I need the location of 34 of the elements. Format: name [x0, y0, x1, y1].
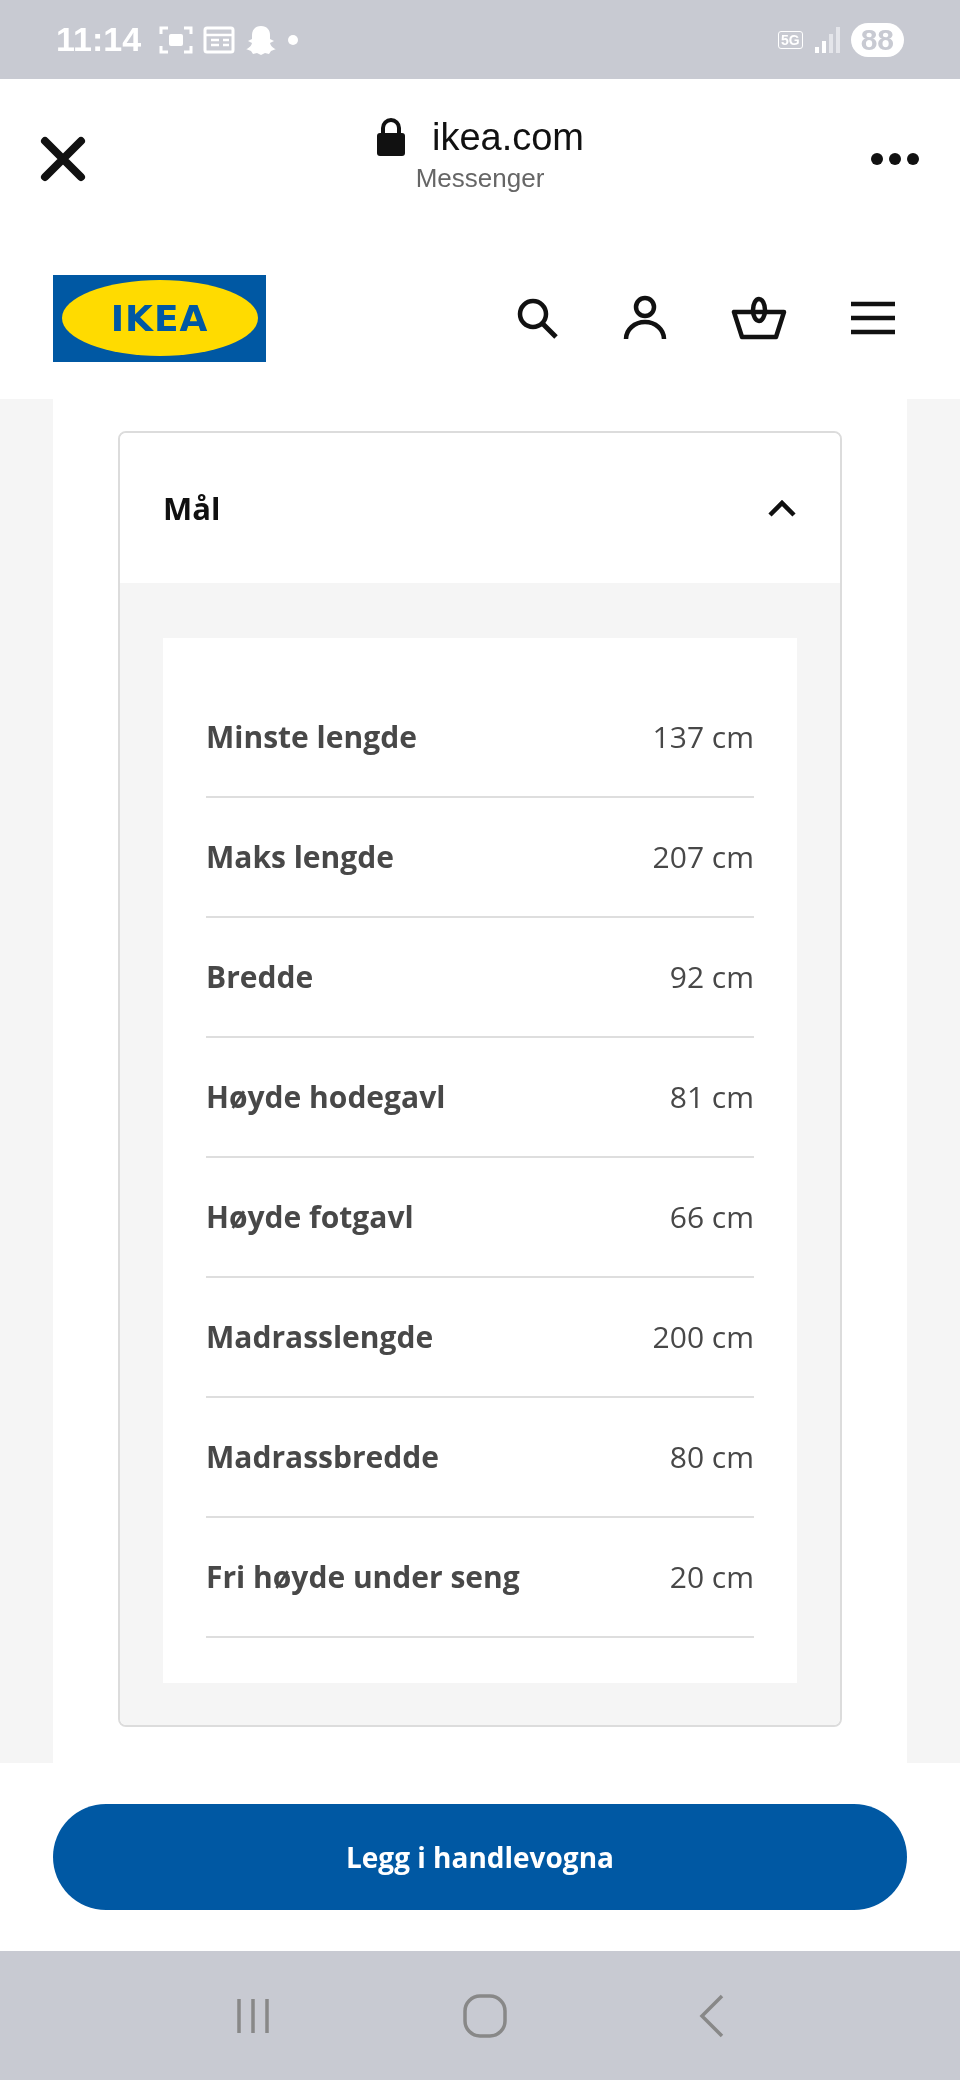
dimension-value: 137 cm — [652, 716, 754, 758]
dimension-value: 92 cm — [669, 956, 754, 998]
browser-subtitle: Messenger — [415, 162, 545, 194]
dot-icon — [287, 33, 300, 46]
dimension-label: Minste lengde — [206, 716, 417, 758]
dimension-label: Høyde fotgavl — [206, 1196, 414, 1238]
page-domain: ikea.com — [431, 115, 585, 159]
dimension-value: 207 cm — [652, 836, 754, 878]
basket-icon[interactable] — [731, 296, 787, 341]
ghost-icon — [245, 23, 278, 56]
screenshot-icon — [159, 24, 194, 55]
dimension-label: Madrassbredde — [206, 1436, 439, 1478]
add-to-cart-button[interactable]: Legg i handlevogna — [53, 1803, 907, 1910]
dimension-label: Høyde hodegavl — [206, 1076, 446, 1118]
dimension-label: Madrasslengde — [206, 1316, 434, 1358]
calendar-icon — [203, 25, 236, 54]
dimension-value: 80 cm — [669, 1436, 754, 1478]
dimension-value: 20 cm — [669, 1556, 754, 1598]
menu-icon[interactable] — [851, 301, 895, 336]
section-title: Mål — [163, 486, 221, 529]
dimension-value: 66 cm — [669, 1196, 754, 1238]
lock-icon — [375, 117, 406, 158]
signal-icon — [812, 24, 843, 55]
dimension-label: Maks lengde — [206, 836, 394, 878]
search-icon[interactable] — [515, 296, 559, 341]
chevron-icon — [767, 498, 797, 517]
logo[interactable]: IKEA — [53, 274, 266, 362]
dimension-label: Fri høyde under seng — [206, 1556, 520, 1598]
dimension-value: 200 cm — [652, 1316, 754, 1358]
more-icon[interactable] — [870, 151, 920, 166]
close-icon[interactable] — [40, 135, 86, 182]
dimension-label: Bredde — [206, 956, 314, 998]
person-icon[interactable] — [623, 295, 667, 342]
dimension-value: 81 cm — [669, 1076, 754, 1118]
